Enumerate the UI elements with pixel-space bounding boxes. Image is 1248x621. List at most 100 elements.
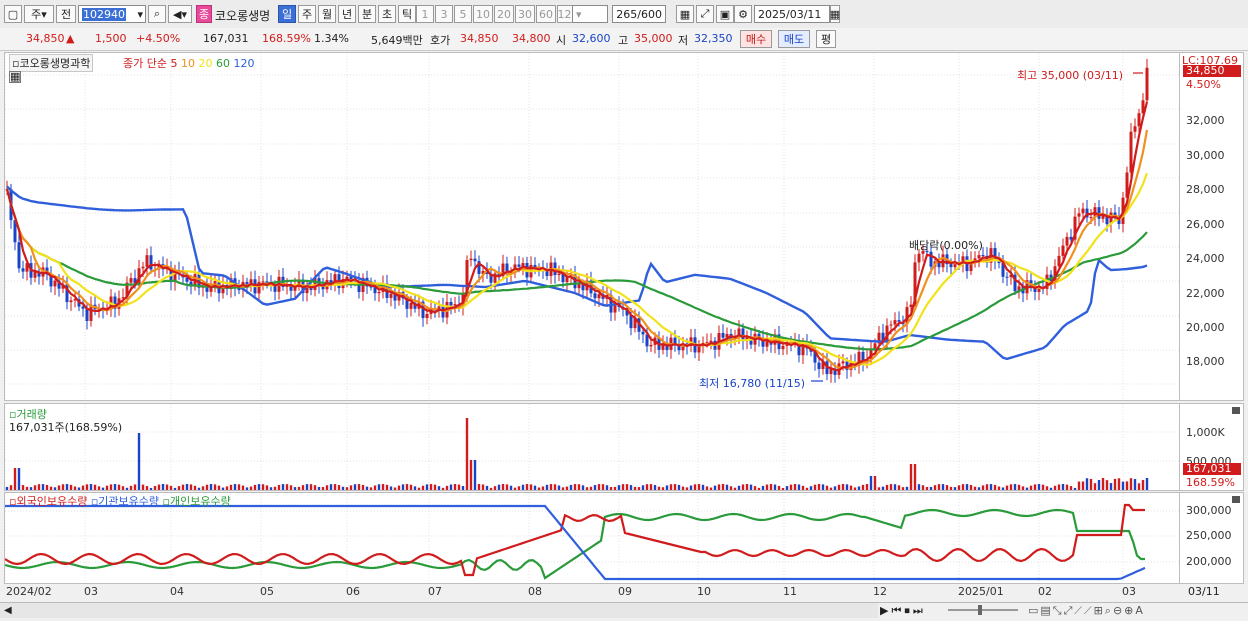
volume-bar <box>109 484 113 490</box>
volume-bar <box>525 484 529 490</box>
close-icon[interactable] <box>1232 496 1240 503</box>
volume-bar <box>677 484 681 490</box>
x-axis-label: 2025/01 <box>958 585 1004 598</box>
volume-bar <box>53 487 57 490</box>
interval-button-3[interactable]: 3 <box>435 5 453 23</box>
volume-bar <box>213 484 217 490</box>
candle-body <box>557 273 561 276</box>
volume-bar <box>645 484 649 490</box>
volume-bar <box>517 486 521 490</box>
speaker-icon[interactable]: ◀▾ <box>168 5 192 23</box>
volume-bar <box>629 485 633 490</box>
volume-bar <box>465 418 469 490</box>
interval-button-1[interactable]: 1 <box>416 5 434 23</box>
price-tick: 28,000 <box>1186 183 1225 196</box>
volume-bar <box>533 485 537 490</box>
volume-bar <box>1109 483 1113 490</box>
volume-bar <box>641 485 645 490</box>
interval-button-20[interactable]: 20 <box>494 5 514 23</box>
calendar-icon[interactable]: ▦ <box>830 5 840 23</box>
period-tab-0[interactable]: 일 <box>278 5 296 23</box>
volume-bar <box>1025 487 1029 490</box>
period-tab-1[interactable]: 주 <box>298 5 316 23</box>
code-input[interactable]: 102940 ▾ <box>78 5 146 23</box>
playback-icons[interactable]: ▶⏮⏹⏭ <box>880 604 926 618</box>
price-tick: 22,000 <box>1186 287 1225 300</box>
volume-bar <box>909 464 913 490</box>
candle-body <box>145 255 149 267</box>
drawing-tool-icons[interactable]: ▭▤⤡⤢⟋⟋⊞⌕⊖⊕A <box>1028 604 1145 618</box>
candle-body <box>705 342 709 344</box>
volume-bar <box>349 485 353 490</box>
period-tab-6[interactable]: 틱 <box>398 5 416 23</box>
volume-bar <box>145 486 149 490</box>
chevron-down-icon[interactable]: ▾ <box>137 8 145 21</box>
period-tab-4[interactable]: 분 <box>358 5 376 23</box>
buy-button[interactable]: 매수 <box>740 30 772 48</box>
horizontal-scrollbar[interactable]: ◀ <box>0 602 878 618</box>
sell-button[interactable]: 매도 <box>778 30 810 48</box>
grid-tool-icon[interactable]: ▦ <box>676 5 694 23</box>
ma-legend-20: 20 <box>198 57 216 70</box>
volume-bar <box>341 486 345 490</box>
candle-body <box>425 314 429 319</box>
interval-button-5[interactable]: 5 <box>454 5 472 23</box>
candle-body <box>1133 126 1137 132</box>
period-tab-2[interactable]: 월 <box>318 5 336 23</box>
gear-icon[interactable]: ⚙ <box>734 5 752 23</box>
volume-bar <box>293 487 297 490</box>
chart-controls: ▶⏮⏹⏭ ▭▤⤡⤢⟋⟋⊞⌕⊖⊕A <box>878 602 1248 618</box>
save-icon[interactable]: ▣ <box>716 5 734 23</box>
market-select[interactable]: 주 ▾ <box>24 5 54 23</box>
volume-bar <box>977 487 981 490</box>
candle-body <box>81 306 85 309</box>
holding-panel[interactable]: ▫외국인보유수량 ▫기관보유수량 ▫개인보유수량 <box>4 492 1180 584</box>
x-axis-label: 11 <box>783 585 797 598</box>
price-tick: 32,000 <box>1186 114 1225 127</box>
volume-bar <box>489 487 493 490</box>
volume-bar <box>1009 484 1013 490</box>
date-input[interactable]: 2025/03/11 <box>754 5 830 23</box>
toolbar: ▢ 주 ▾ 전 102940 ▾ ⌕ ◀▾ 종 코오롱생명 일주월년분초틱 135… <box>0 0 1248 29</box>
zoom-slider-handle[interactable] <box>978 605 982 615</box>
volume-bar <box>1113 478 1117 490</box>
volume-bar <box>61 484 65 490</box>
crosshair-icon[interactable]: ⤢ <box>696 5 714 23</box>
volume-panel[interactable]: ▫거래량 167,031주(168.59%) <box>4 403 1180 491</box>
low-price: 32,350 <box>694 32 733 45</box>
volume-bar <box>197 487 201 490</box>
volume-bar <box>1129 478 1133 490</box>
count-input[interactable]: 265/600 <box>612 5 666 23</box>
scroll-left-icon[interactable]: ◀ <box>4 605 12 616</box>
period-tab-3[interactable]: 년 <box>338 5 356 23</box>
volume-chart-svg <box>5 404 1179 490</box>
interval-input[interactable]: ▾ <box>572 5 608 23</box>
candle-body <box>261 281 265 283</box>
volume-bar <box>753 486 757 490</box>
window-icon[interactable]: ▢ <box>4 5 22 23</box>
volume-bar <box>765 484 769 490</box>
volume-bar <box>1073 487 1077 490</box>
volume-bar <box>953 487 957 490</box>
interval-button-60[interactable]: 60 <box>536 5 556 23</box>
zoom-slider[interactable] <box>948 609 1018 611</box>
search-icon[interactable]: ⌕ <box>148 5 166 23</box>
ma-legend-60: 60 <box>215 57 234 70</box>
candle-body <box>1129 131 1133 173</box>
volume-bar <box>141 484 145 490</box>
period-tab-5[interactable]: 초 <box>378 5 396 23</box>
volume-bar <box>449 484 453 490</box>
all-toggle[interactable]: 전 <box>56 5 76 23</box>
volume-bar <box>825 485 829 490</box>
holding-tick: 250,000 <box>1186 529 1232 542</box>
price-panel[interactable]: ▫코오롱생명과학 종가 단순 5 10 20 60 120 ▦ 최고 35,00… <box>4 52 1180 401</box>
table-icon[interactable]: ▦ <box>9 71 21 83</box>
eval-button[interactable]: 평 <box>816 30 836 48</box>
interval-button-30[interactable]: 30 <box>515 5 535 23</box>
volume-bar <box>673 484 677 490</box>
volume-bar <box>1133 479 1137 490</box>
stock-name: 코오롱생명 <box>215 9 271 23</box>
close-icon[interactable] <box>1232 407 1240 414</box>
interval-button-10[interactable]: 10 <box>473 5 493 23</box>
volume-bar <box>41 484 45 490</box>
